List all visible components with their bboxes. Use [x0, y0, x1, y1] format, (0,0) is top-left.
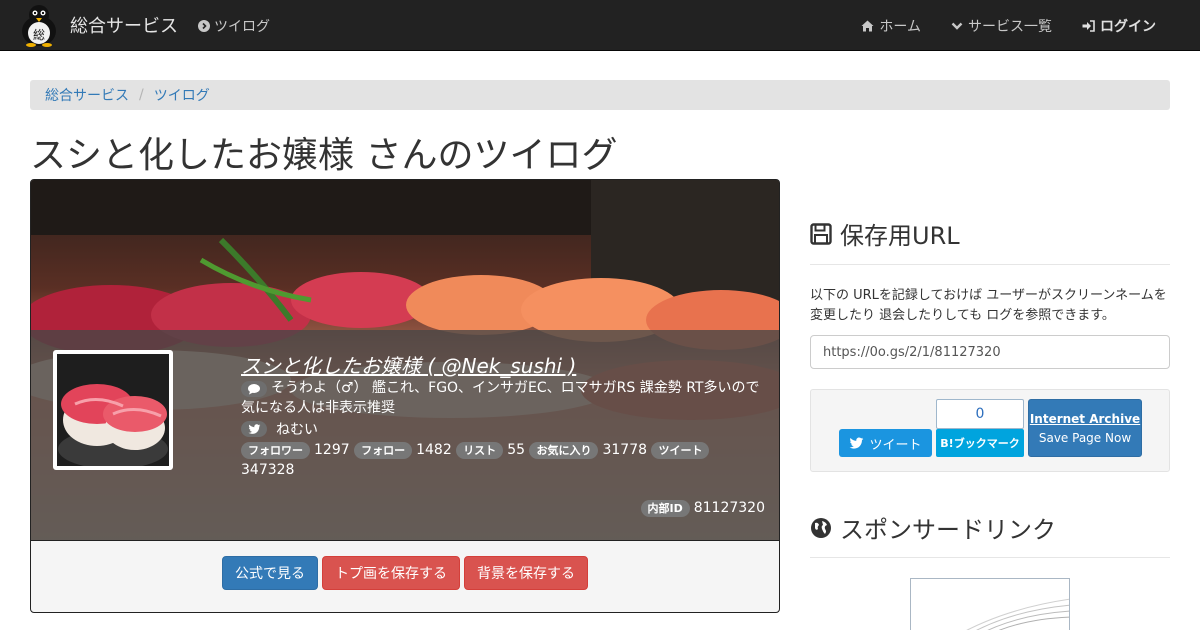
breadcrumb-separator: / [139, 87, 144, 103]
globe-icon [811, 517, 831, 538]
profile-name-link[interactable]: スシと化したお嬢様 ( @Nek_sushi ) [241, 350, 576, 379]
view-official-button[interactable]: 公式で見る [222, 555, 318, 590]
comment-icon [241, 381, 267, 397]
nav-home-label: ホーム [879, 19, 921, 35]
followers-count: 1297 [314, 442, 350, 458]
breadcrumb: 総合サービス / ツイログ [30, 80, 1170, 110]
profile-avatar[interactable] [53, 350, 173, 470]
tweets-count: 347328 [241, 462, 295, 478]
nav-services-dropdown[interactable]: サービス一覧 [951, 16, 1052, 36]
navbar: 総 総合サービス ツイログ ホーム サービス一覧 ログイン [0, 0, 1200, 51]
divider [810, 557, 1170, 558]
tweet-label: ツイート [869, 437, 922, 453]
tweets-label: ツイート [651, 442, 710, 459]
nav-right-menu: ホーム サービス一覧 ログイン [861, 16, 1156, 36]
save-url-input[interactable] [810, 335, 1170, 369]
floppy-disk-icon [810, 222, 832, 245]
tweet-button[interactable]: ツイート [839, 429, 932, 457]
internal-id-label: 内部ID [640, 500, 690, 517]
profile-bio-text: そうわよ（♂） 艦これ、FGO、インサガEC、ロマサガRS 課金勢 RT多いので… [241, 380, 760, 416]
profile-stats: フォロワー 1297 フォロー 1482 リスト 55 お気に入り 31778 ツイート… [241, 440, 766, 480]
nav-services-label: サービス一覧 [968, 19, 1052, 35]
svg-text:総: 総 [33, 28, 45, 42]
brand-link[interactable]: 総 総合サービス [18, 2, 178, 48]
twitter-bird-icon [241, 421, 267, 437]
internal-id-value: 81127320 [693, 500, 765, 516]
internal-id: 内部ID 81127320 [640, 500, 765, 517]
profile-overlay: スシと化したお嬢様 ( @Nek_sushi ) そうわよ（♂） 艦これ、FGO… [31, 330, 779, 540]
save-background-button[interactable]: 背景を保存する [464, 555, 588, 590]
sign-in-icon [1082, 20, 1095, 32]
following-label: フォロー [354, 442, 413, 459]
chevron-down-icon [951, 22, 963, 30]
nav-twilog-link[interactable]: ツイログ [198, 16, 270, 36]
breadcrumb-item-home[interactable]: 総合サービス [45, 85, 129, 105]
sponsor-title: スポンサードリンク [840, 516, 1056, 544]
save-url-heading: 保存用URL [810, 216, 960, 251]
profile-location: ねむい [241, 419, 318, 439]
sponsored-ad-image[interactable] [910, 578, 1070, 630]
save-url-description: 以下の URLを記録しておけば ユーザーがスクリーンネームを変更したり 退会した… [810, 288, 1167, 323]
nav-login-link[interactable]: ログイン [1082, 16, 1156, 36]
internet-archive-button[interactable]: Internet Archive Save Page Now [1028, 399, 1142, 457]
internet-archive-title: Internet Archive [1029, 411, 1141, 426]
divider [810, 264, 1170, 265]
brand-text: 総合サービス [70, 16, 178, 37]
penguin-logo-icon: 総 [22, 5, 56, 47]
nav-login-label: ログイン [1100, 19, 1156, 35]
share-box: ツイート 0 B!ブックマーク Internet Archive Save Pa… [810, 389, 1170, 472]
twitter-bird-icon [850, 436, 864, 449]
favorites-label: お気に入り [529, 442, 599, 459]
profile-location-text: ねむい [276, 422, 318, 438]
internet-archive-subtitle: Save Page Now [1038, 430, 1132, 445]
followers-label: フォロワー [241, 442, 310, 459]
save-url-title: 保存用URL [840, 222, 960, 250]
profile-card-footer: 公式で見る トプ画を保存する 背景を保存する [31, 540, 779, 612]
hatena-bookmark-button[interactable]: B!ブックマーク [936, 429, 1024, 457]
profile-bio: そうわよ（♂） 艦これ、FGO、インサガEC、ロマサガRS 課金勢 RT多いので… [241, 378, 766, 418]
favorites-count: 31778 [602, 442, 648, 458]
following-count: 1482 [416, 442, 452, 458]
lists-label: リスト [456, 442, 504, 459]
sponsor-heading: スポンサードリンク [810, 510, 1056, 545]
save-avatar-button[interactable]: トプ画を保存する [322, 555, 460, 590]
page-title: スシと化したお嬢様 さんのツイログ [30, 135, 618, 176]
hatena-bookmark-count[interactable]: 0 [936, 399, 1024, 429]
profile-card: スシと化したお嬢様 ( @Nek_sushi ) そうわよ（♂） 艦これ、FGO… [30, 179, 780, 613]
home-icon [861, 20, 874, 32]
chevron-circle-right-icon [198, 20, 210, 32]
nav-home-link[interactable]: ホーム [861, 16, 921, 36]
breadcrumb-item-twilog[interactable]: ツイログ [154, 85, 210, 105]
nav-twilog-label: ツイログ [214, 19, 270, 35]
lists-count: 55 [507, 442, 526, 458]
